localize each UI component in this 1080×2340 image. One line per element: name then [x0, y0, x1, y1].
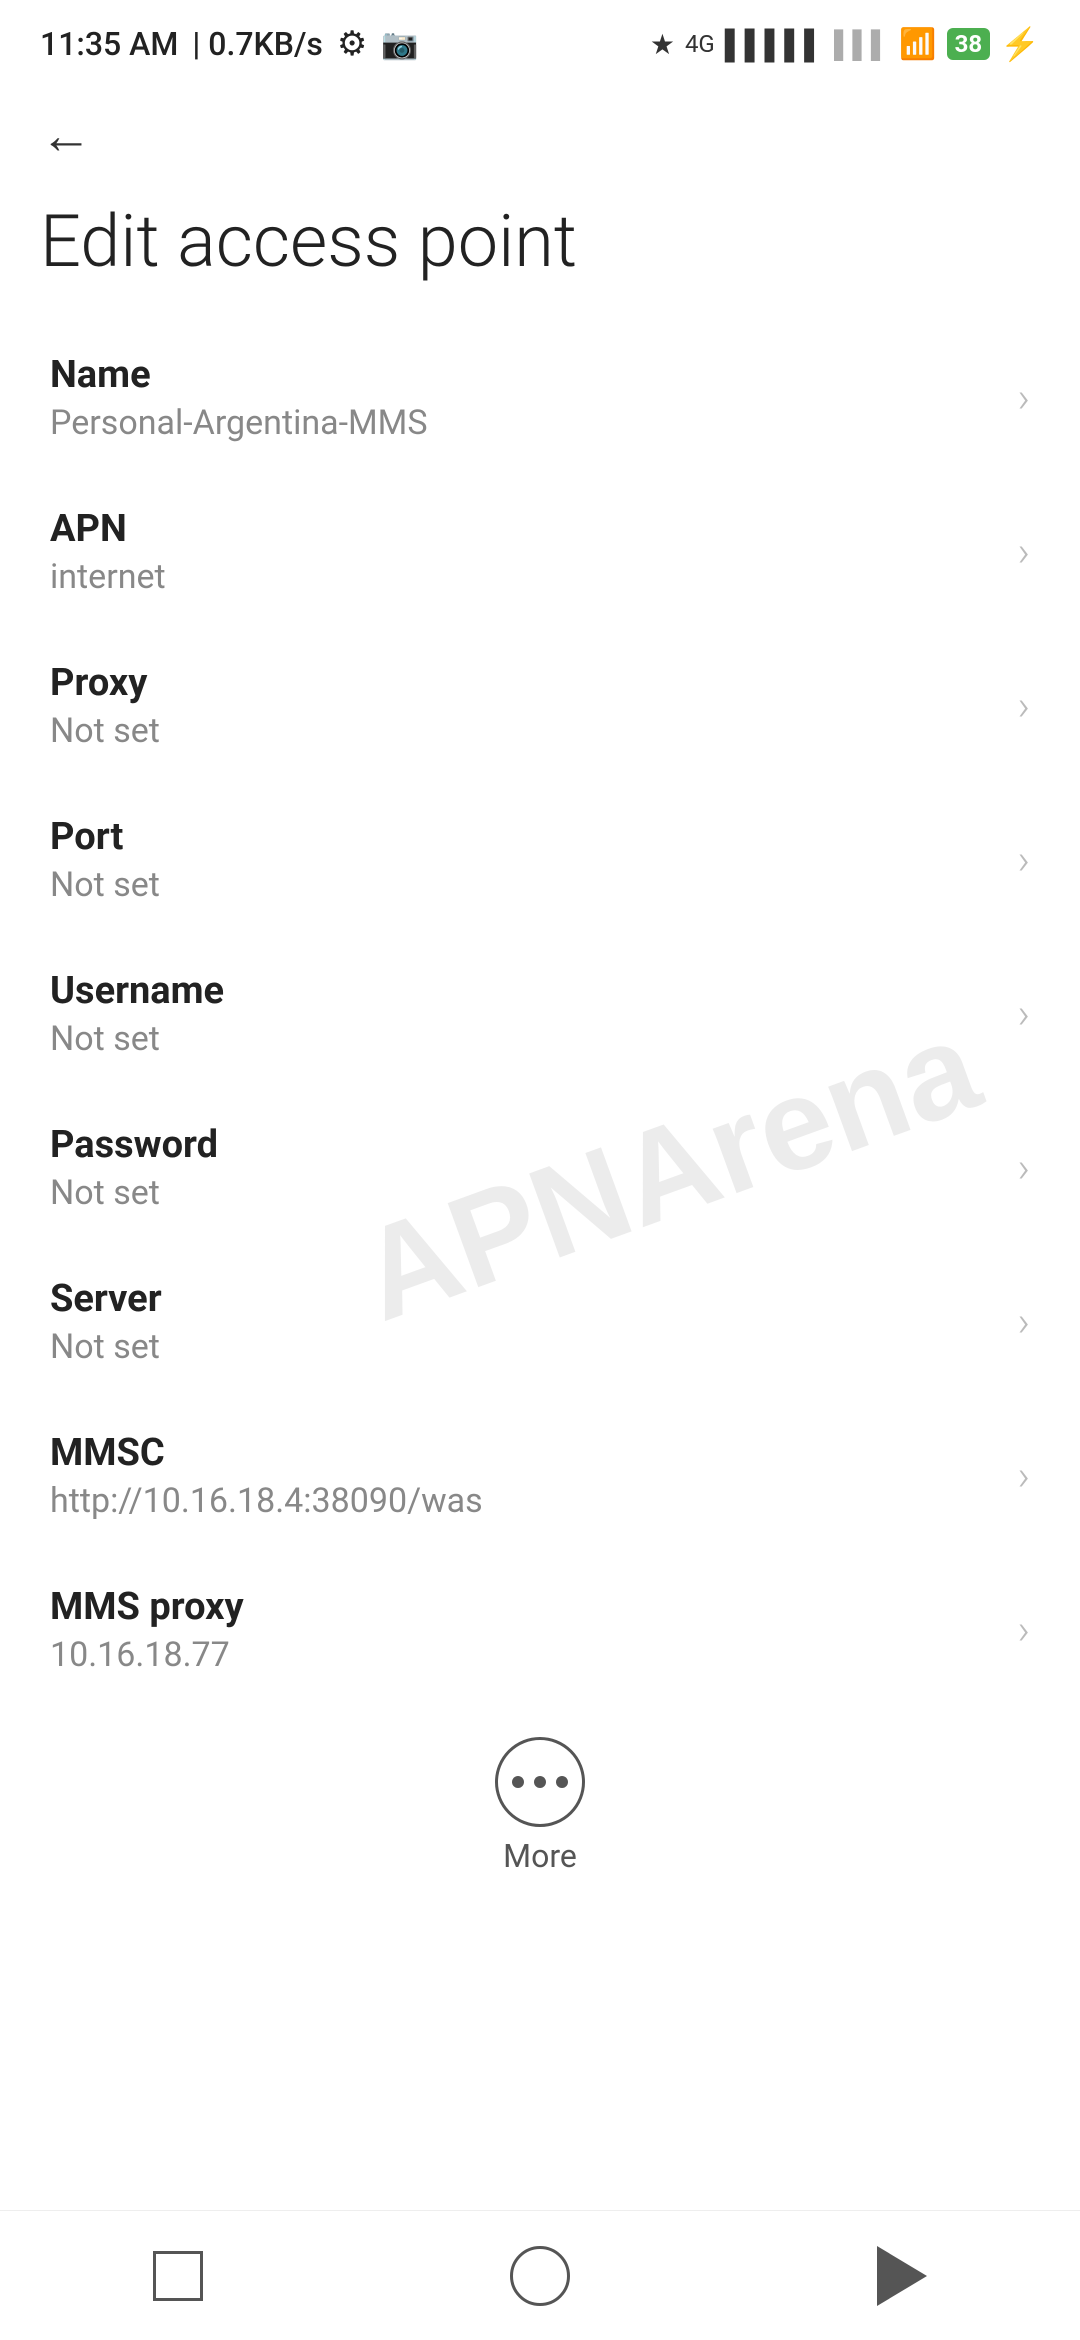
settings-item-content-port: Port Not set [50, 815, 160, 905]
more-dots-icon [512, 1776, 568, 1788]
recents-icon [153, 2251, 203, 2301]
signal-bars-icon: ▌▌▌▌▌ [725, 28, 824, 61]
back-arrow-icon: ← [40, 105, 92, 166]
settings-value-mms-proxy: 10.16.18.77 [50, 1635, 244, 1675]
settings-item-name[interactable]: Name Personal-Argentina-MMS › [0, 321, 1080, 475]
settings-label-mmsc: MMSC [50, 1431, 483, 1475]
chevron-right-icon-proxy: › [1017, 682, 1030, 731]
more-button-container: More [0, 1707, 1080, 1895]
page-title: Edit access point [0, 172, 1080, 321]
settings-value-name: Personal-Argentina-MMS [50, 403, 428, 443]
settings-value-port: Not set [50, 865, 160, 905]
settings-value-username: Not set [50, 1019, 224, 1059]
settings-item-server[interactable]: Server Not set › [0, 1245, 1080, 1399]
settings-label-proxy: Proxy [50, 661, 160, 705]
bluetooth-icon: ★ [650, 28, 675, 61]
settings-item-password[interactable]: Password Not set › [0, 1091, 1080, 1245]
charging-icon: ⚡ [1000, 25, 1040, 63]
time-display: 11:35 AM [40, 25, 178, 63]
settings-value-mmsc: http://10.16.18.4:38090/was [50, 1481, 483, 1521]
settings-label-server: Server [50, 1277, 162, 1321]
signal-4g-icon: 4G [685, 30, 715, 58]
settings-label-port: Port [50, 815, 160, 859]
nav-recents-button[interactable] [133, 2231, 223, 2321]
settings-value-password: Not set [50, 1173, 218, 1213]
nav-home-button[interactable] [490, 2226, 590, 2326]
chevron-right-icon-name: › [1017, 374, 1030, 423]
chevron-right-icon-port: › [1017, 836, 1030, 885]
settings-label-apn: APN [50, 507, 166, 551]
home-icon [510, 2246, 570, 2306]
settings-item-content-proxy: Proxy Not set [50, 661, 160, 751]
chevron-right-icon-password: › [1017, 1144, 1030, 1193]
settings-label-name: Name [50, 353, 428, 397]
settings-item-content-username: Username Not set [50, 969, 224, 1059]
nav-bar [0, 2210, 1080, 2340]
chevron-right-icon-mmsc: › [1017, 1452, 1030, 1501]
settings-value-apn: internet [50, 557, 166, 597]
settings-icon: ⚙ [337, 24, 367, 64]
back-button[interactable]: ← [0, 80, 1080, 172]
chevron-right-icon-apn: › [1017, 528, 1030, 577]
back-nav-icon [877, 2246, 927, 2306]
settings-item-content-server: Server Not set [50, 1277, 162, 1367]
speed-display: | 0.7KB/s [192, 25, 323, 63]
settings-value-server: Not set [50, 1327, 162, 1367]
chevron-right-icon-username: › [1017, 990, 1030, 1039]
settings-value-proxy: Not set [50, 711, 160, 751]
more-button[interactable] [495, 1737, 585, 1827]
battery-icon: 38 [947, 28, 991, 60]
settings-item-proxy[interactable]: Proxy Not set › [0, 629, 1080, 783]
settings-item-port[interactable]: Port Not set › [0, 783, 1080, 937]
settings-label-mms-proxy: MMS proxy [50, 1585, 244, 1629]
settings-label-password: Password [50, 1123, 218, 1167]
wifi-icon: 📶 [899, 27, 936, 62]
settings-item-content-name: Name Personal-Argentina-MMS [50, 353, 428, 443]
status-right: ★ 4G ▌▌▌▌▌ ▌▌▌ 📶 38 ⚡ [650, 25, 1040, 63]
more-label: More [503, 1837, 577, 1875]
signal-bars2-icon: ▌▌▌ [834, 29, 889, 60]
settings-item-username[interactable]: Username Not set › [0, 937, 1080, 1091]
settings-label-username: Username [50, 969, 224, 1013]
video-icon: 📷 [381, 27, 418, 62]
settings-item-content-apn: APN internet [50, 507, 166, 597]
settings-list: Name Personal-Argentina-MMS › APN intern… [0, 321, 1080, 1707]
chevron-right-icon-server: › [1017, 1298, 1030, 1347]
status-left: 11:35 AM | 0.7KB/s ⚙ 📷 [40, 24, 419, 64]
settings-item-content-mms-proxy: MMS proxy 10.16.18.77 [50, 1585, 244, 1675]
settings-item-content-mmsc: MMSC http://10.16.18.4:38090/was [50, 1431, 483, 1521]
settings-item-content-password: Password Not set [50, 1123, 218, 1213]
nav-back-button[interactable] [857, 2226, 947, 2326]
settings-item-apn[interactable]: APN internet › [0, 475, 1080, 629]
status-bar: 11:35 AM | 0.7KB/s ⚙ 📷 ★ 4G ▌▌▌▌▌ ▌▌▌ 📶 … [0, 0, 1080, 80]
settings-item-mmsc[interactable]: MMSC http://10.16.18.4:38090/was › [0, 1399, 1080, 1553]
settings-item-mms-proxy[interactable]: MMS proxy 10.16.18.77 › [0, 1553, 1080, 1707]
chevron-right-icon-mms-proxy: › [1017, 1606, 1030, 1655]
